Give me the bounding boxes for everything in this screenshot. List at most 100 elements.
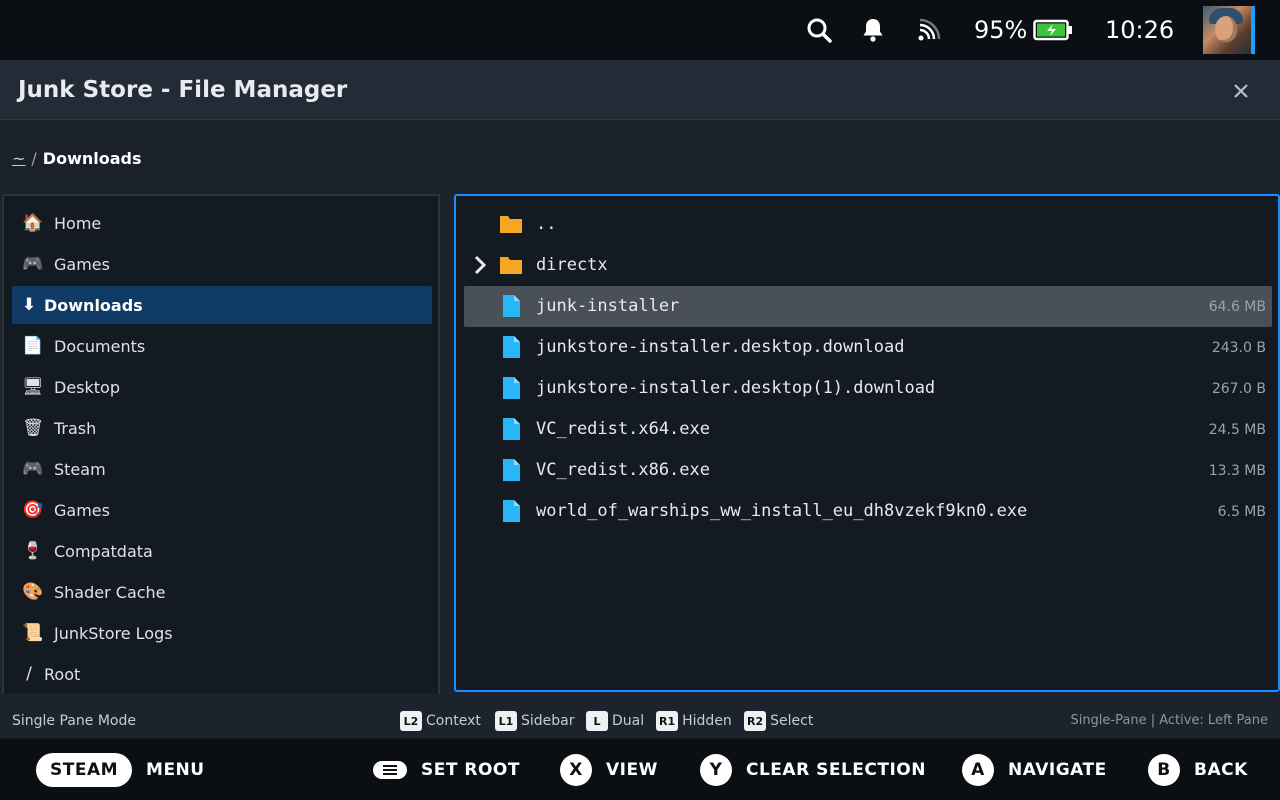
breadcrumb: ~ / Downloads (0, 136, 1280, 180)
close-icon[interactable] (1226, 76, 1256, 106)
wifi-icon (914, 14, 944, 46)
sidebar-item-documents[interactable]: 📄 Documents (12, 327, 432, 365)
wastebasket-icon: 🗑 (22, 418, 44, 438)
file-name: .. (536, 214, 557, 234)
file-icon (503, 377, 520, 399)
hint-label: Select (770, 713, 814, 729)
sidebar-item-label: Desktop (54, 377, 120, 397)
file-name: VC_redist.x86.exe (536, 460, 710, 480)
hint-sidebar[interactable]: L1 Sidebar (495, 711, 575, 731)
button-label: BACK (1194, 760, 1248, 780)
button-label: VIEW (606, 760, 658, 780)
view-button[interactable]: X VIEW (560, 753, 658, 787)
palette-icon: 🎨 (22, 582, 44, 602)
gamepad-icon: 🎮 (22, 254, 44, 274)
wine-glass-icon: 🍷 (22, 541, 44, 561)
file-row-directx[interactable]: directx (464, 245, 1272, 286)
sidebar-item-label: Compatdata (54, 541, 153, 561)
file-row[interactable]: junkstore-installer.desktop(1).download … (464, 368, 1272, 409)
hint-select[interactable]: R2 Select (744, 711, 813, 731)
file-name: directx (536, 255, 608, 275)
file-row-junk-installer[interactable]: junk-installer 64.6 MB (464, 286, 1272, 327)
sidebar-item-junkstore-logs[interactable]: 📜 JunkStore Logs (12, 614, 432, 652)
hint-context[interactable]: L2 Context (400, 711, 481, 731)
sidebar: 🏠 Home 🎮 Games ⬇ Downloads 📄 Documents 🖥… (2, 194, 440, 694)
pane-status: Single-Pane | Active: Left Pane (1070, 713, 1268, 728)
hint-label: Context (426, 713, 481, 729)
back-button[interactable]: B BACK (1148, 753, 1248, 787)
hint-label: Dual (612, 713, 645, 729)
file-row-parent[interactable]: .. (464, 204, 1272, 245)
steam-button-icon: STEAM (36, 753, 133, 787)
dialog-footer: Single Pane Mode L2 Context L1 Sidebar L… (0, 704, 1280, 738)
mode-label: Single Pane Mode (12, 713, 136, 729)
hint-dual[interactable]: L Dual (586, 711, 644, 731)
dialog-title: Junk Store - File Manager (18, 77, 348, 103)
folder-icon (500, 216, 522, 233)
sidebar-item-label: Games (54, 500, 110, 520)
file-row[interactable]: VC_redist.x64.exe 24.5 MB (464, 409, 1272, 450)
dialog-header: Junk Store - File Manager (0, 60, 1280, 120)
set-root-button[interactable]: SET ROOT (373, 753, 520, 787)
file-size: 24.5 MB (1208, 422, 1266, 438)
file-icon (503, 336, 520, 358)
file-name: VC_redist.x64.exe (536, 419, 710, 439)
sidebar-item-root[interactable]: / Root (12, 655, 432, 693)
file-row[interactable]: VC_redist.x86.exe 13.3 MB (464, 450, 1272, 491)
sidebar-item-downloads[interactable]: ⬇ Downloads (12, 286, 432, 324)
gamepad-icon: 🎮 (22, 459, 44, 479)
sidebar-item-label: Trash (54, 418, 97, 438)
battery-charging-icon (1032, 14, 1074, 46)
notification-bell-icon[interactable] (858, 14, 888, 46)
sidebar-item-label: Downloads (44, 295, 143, 315)
sidebar-item-steam[interactable]: 🎮 Steam (12, 450, 432, 488)
hint-label: Sidebar (521, 713, 575, 729)
hint-hidden[interactable]: R1 Hidden (656, 711, 732, 731)
file-name: junkstore-installer.desktop(1).download (536, 378, 936, 398)
file-icon (503, 418, 520, 440)
l2-button-icon: L2 (400, 711, 422, 731)
file-name: junkstore-installer.desktop.download (536, 337, 905, 357)
file-row[interactable]: junkstore-installer.desktop.download 243… (464, 327, 1272, 368)
button-label: SET ROOT (421, 760, 520, 780)
button-label: MENU (146, 760, 205, 780)
x-button-icon: X (560, 754, 592, 786)
user-avatar[interactable] (1203, 6, 1255, 54)
breadcrumb-home-link[interactable]: ~ (12, 149, 25, 168)
file-icon (503, 459, 520, 481)
system-status-bar: 95% 10:26 (0, 0, 1280, 60)
file-row[interactable]: world_of_warships_ww_install_eu_dh8vzekf… (464, 491, 1272, 532)
sidebar-item-label: JunkStore Logs (54, 623, 173, 643)
l-grip-button-icon: L (586, 711, 608, 731)
chevron-right-icon[interactable] (470, 255, 490, 275)
download-arrow-icon: ⬇ (21, 295, 37, 315)
house-icon: 🏠 (22, 213, 44, 233)
file-name: world_of_warships_ww_install_eu_dh8vzekf… (536, 501, 1028, 521)
clear-selection-button[interactable]: Y CLEAR SELECTION (700, 753, 926, 787)
navigate-button[interactable]: A NAVIGATE (962, 753, 1107, 787)
target-icon: 🎯 (22, 500, 44, 520)
search-icon[interactable] (804, 14, 834, 46)
sidebar-item-label: Shader Cache (54, 582, 166, 602)
sidebar-item-games[interactable]: 🎮 Games (12, 245, 432, 283)
sidebar-item-label: Documents (54, 336, 146, 356)
monitor-icon: 🖥 (22, 377, 44, 397)
l1-button-icon: L1 (495, 711, 517, 731)
file-manager-dialog: Junk Store - File Manager ~ / Downloads … (0, 60, 1280, 738)
file-icon (503, 500, 520, 522)
controller-button-bar: STEAM MENU SET ROOT X VIEW Y CLEAR SELEC… (0, 740, 1280, 800)
steam-menu-button[interactable]: STEAM MENU (36, 753, 205, 787)
y-button-icon: Y (700, 754, 732, 786)
file-size: 243.0 B (1211, 340, 1266, 356)
file-size: 6.5 MB (1217, 504, 1266, 520)
sidebar-item-desktop[interactable]: 🖥 Desktop (12, 368, 432, 406)
sidebar-item-home[interactable]: 🏠 Home (12, 204, 432, 242)
sidebar-item-shader-cache[interactable]: 🎨 Shader Cache (12, 573, 432, 611)
file-size: 267.0 B (1211, 381, 1266, 397)
sidebar-item-games-2[interactable]: 🎯 Games (12, 491, 432, 529)
sidebar-item-compatdata[interactable]: 🍷 Compatdata (12, 532, 432, 570)
sidebar-item-trash[interactable]: 🗑 Trash (12, 409, 432, 447)
battery-percent: 95% (974, 16, 1028, 44)
file-size: 64.6 MB (1208, 299, 1266, 315)
document-icon: 📄 (22, 336, 44, 356)
